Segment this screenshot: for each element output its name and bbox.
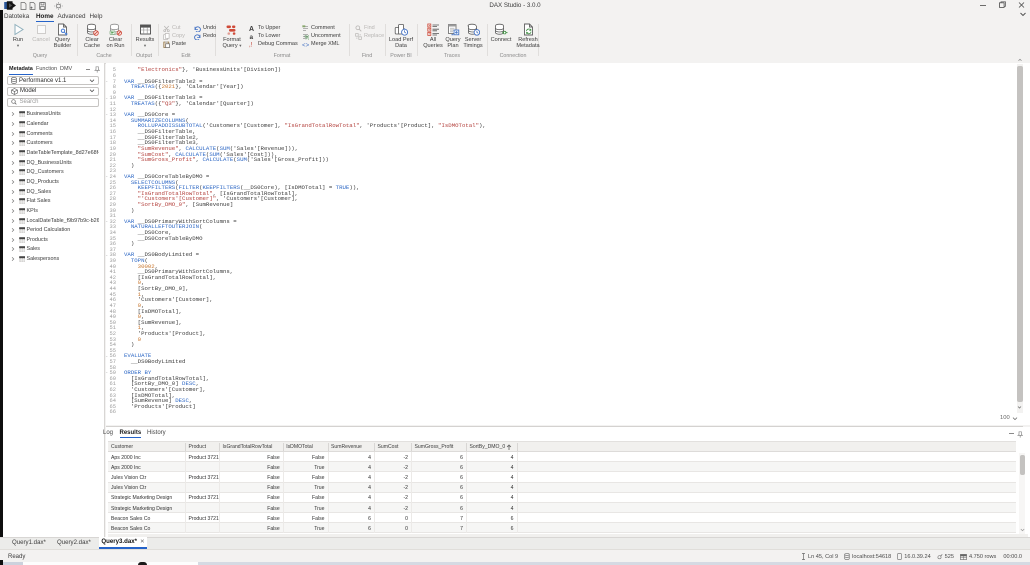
svg-text:%: %	[305, 35, 310, 40]
svg-text:<>: <>	[302, 41, 309, 47]
svg-text:A: A	[249, 26, 254, 32]
svg-text:a: a	[250, 34, 254, 40]
svg-text:,!: ,!	[249, 42, 253, 48]
